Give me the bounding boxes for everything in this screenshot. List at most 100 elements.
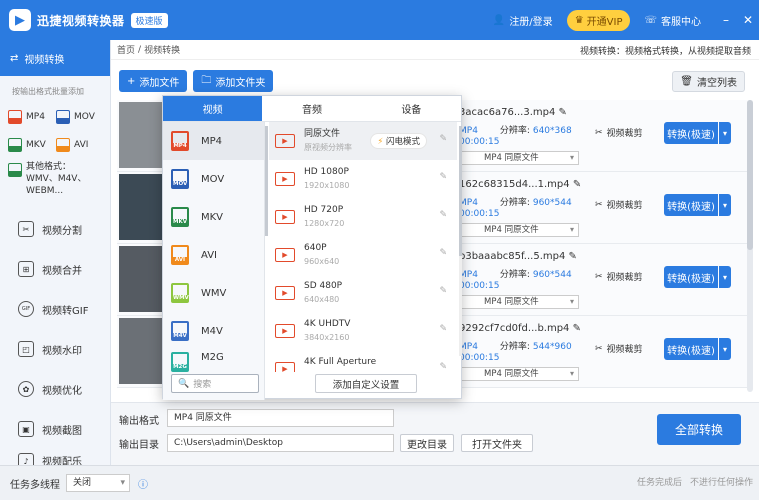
add-folder-button[interactable]: 🗀 添加文件夹 — [193, 70, 274, 92]
format-item-m4v[interactable]: M4V M4V — [163, 312, 264, 350]
edit-icon[interactable]: ✎ — [439, 210, 447, 220]
after-task-select[interactable]: 不进行任何操作 — [690, 475, 753, 488]
file-name: 3acac6a76...3.mp4 ✎ — [459, 107, 567, 118]
multitask-select[interactable]: 关闭 — [66, 474, 130, 492]
scrollbar-thumb[interactable] — [747, 100, 753, 250]
mp4-file-icon — [8, 110, 22, 124]
sidebar-item-screenshot[interactable]: ▣ 视频截图 — [0, 409, 110, 449]
sidebar-item-merge[interactable]: ⊞ 视频合并 — [0, 249, 110, 289]
preset-item[interactable]: ▶ HD 720P 1280x720 ✎ — [269, 198, 457, 236]
format-item-mkv[interactable]: MKV MKV — [163, 198, 264, 236]
shortcut-mov[interactable]: MOV — [56, 103, 104, 131]
output-format-select[interactable]: MP4 同原文件 — [167, 409, 394, 427]
shortcut-avi[interactable]: AVI — [56, 131, 104, 159]
format-label: AVI — [201, 249, 217, 261]
tab-video[interactable]: 视频 — [163, 96, 263, 121]
sidebar-item-optimize[interactable]: ✿ 视频优化 — [0, 369, 110, 409]
preset-item[interactable]: ▶ 4K Full Aperture 4096x3112 ✎ — [269, 350, 457, 372]
info-icon[interactable]: ⓘ — [138, 476, 148, 491]
file-list-scrollbar[interactable] — [747, 100, 753, 392]
edition-badge: 极速版 — [130, 12, 168, 28]
minimize-button[interactable]: – — [715, 13, 737, 27]
convert-button[interactable]: 转换(极速) — [664, 338, 718, 360]
shortcut-other-formats[interactable]: 其他格式：WMV、M4V、WEBM... — [0, 159, 110, 199]
video-thumbnail — [119, 102, 165, 168]
format-item-mov[interactable]: MOV MOV — [163, 160, 264, 198]
edit-icon[interactable]: ✎ — [439, 324, 447, 334]
resolution-label: 分辨率: — [499, 270, 530, 280]
convert-button[interactable]: 转换(极速) — [664, 194, 718, 216]
sidebar-item-gif[interactable]: GIF 视频转GIF — [0, 289, 110, 329]
scissors-icon: ✂ — [595, 127, 603, 138]
open-folder-button[interactable]: 打开文件夹 — [461, 434, 533, 452]
format-item-mp4[interactable]: MP4 MP4 — [163, 122, 264, 160]
format-item-avi[interactable]: AVI AVI — [163, 236, 264, 274]
preset-item[interactable]: ▶ 4K UHDTV 3840x2160 ✎ — [269, 312, 457, 350]
service-link[interactable]: ☏ 客服中心 — [644, 13, 701, 28]
output-format-select[interactable]: MP4 同原文件 — [459, 223, 579, 237]
sidebar-item-video-convert[interactable]: ⇄ 视频转换 — [0, 40, 110, 76]
preset-item[interactable]: ▶ 同原文件 原视频分辨率 ⚡ 闪电模式 ✎ — [269, 122, 457, 160]
preset-item[interactable]: ▶ SD 480P 640x480 ✎ — [269, 274, 457, 312]
preset-item[interactable]: ▶ 640P 960x640 ✎ — [269, 236, 457, 274]
shortcut-mp4[interactable]: MP4 — [8, 103, 56, 131]
preset-item[interactable]: ▶ HD 1080P 1920x1080 ✎ — [269, 160, 457, 198]
convert-dropdown-icon[interactable]: ▾ — [719, 122, 731, 144]
convert-dropdown-icon[interactable]: ▾ — [719, 194, 731, 216]
output-settings: 输出格式 MP4 同原文件 输出目录 C:\Users\admin\Deskto… — [111, 402, 759, 465]
change-dir-button[interactable]: 更改目录 — [400, 434, 454, 452]
breadcrumb-current: 视频转换 — [144, 46, 181, 56]
mp4-file-icon: MP4 — [171, 131, 189, 151]
preset-title: 4K UHDTV — [304, 319, 351, 329]
vip-button[interactable]: ♛ 开通VIP — [566, 9, 631, 31]
add-custom-button[interactable]: 添加自定义设置 — [315, 374, 417, 393]
rename-icon[interactable]: ✎ — [569, 251, 577, 262]
edit-icon[interactable]: ✎ — [439, 248, 447, 258]
preset-scrollbar-thumb[interactable] — [459, 126, 462, 256]
output-dir-field[interactable]: C:\Users\admin\Desktop — [167, 434, 394, 452]
format-label: MKV — [201, 211, 224, 223]
edit-icon[interactable]: ✎ — [439, 362, 447, 372]
shortcut-mkv[interactable]: MKV — [8, 131, 56, 159]
cut-button[interactable]: ✂ 视频裁剪 — [595, 342, 643, 356]
service-label: 客服中心 — [661, 16, 701, 28]
folder-icon: 🗀 — [201, 74, 212, 86]
file-meta: MP4 分辨率: 544*960 — [459, 339, 572, 352]
sidebar-item-watermark[interactable]: ◰ 视频水印 — [0, 329, 110, 369]
format-list: MP4 MP4 MOV MOV MKV MKV AVI AVI WMV WMV M4V M4… — [163, 122, 265, 400]
format-search-input[interactable]: 🔍 搜索 — [171, 374, 259, 393]
tab-audio[interactable]: 音频 — [262, 96, 361, 121]
rename-icon[interactable]: ✎ — [559, 107, 567, 118]
format-item-m2g[interactable]: M2G M2G — [163, 350, 264, 374]
preset-sub: 4096x3112 — [304, 369, 376, 372]
edit-icon[interactable]: ✎ — [439, 286, 447, 296]
clear-list-button[interactable]: 🗑 清空列表 — [672, 71, 745, 92]
breadcrumb-home[interactable]: 首页 — [117, 43, 135, 56]
output-format-select[interactable]: MP4 同原文件 — [459, 295, 579, 309]
add-file-button[interactable]: + 添加文件 — [119, 70, 188, 92]
convert-dropdown-icon[interactable]: ▾ — [719, 266, 731, 288]
edit-icon[interactable]: ✎ — [439, 134, 447, 144]
edit-icon[interactable]: ✎ — [439, 172, 447, 182]
toolbar: + 添加文件 🗀 添加文件夹 — [119, 70, 274, 92]
close-button[interactable]: ✕ — [737, 13, 759, 27]
tab-device[interactable]: 设备 — [362, 96, 461, 121]
rename-icon[interactable]: ✎ — [573, 323, 581, 334]
resolution-value: 960*544 — [532, 198, 572, 208]
convert-button[interactable]: 转换(极速) — [664, 122, 718, 144]
convert-button[interactable]: 转换(极速) — [664, 266, 718, 288]
cut-button[interactable]: ✂ 视频裁剪 — [595, 126, 643, 140]
convert-all-button[interactable]: 全部转换 — [657, 414, 741, 445]
convert-dropdown-icon[interactable]: ▾ — [719, 338, 731, 360]
rename-icon[interactable]: ✎ — [573, 179, 581, 190]
preset-scrollbar[interactable] — [459, 126, 462, 356]
sidebar-item-split[interactable]: ✂ 视频分割 — [0, 209, 110, 249]
cut-button[interactable]: ✂ 视频裁剪 — [595, 198, 643, 212]
output-format-select[interactable]: MP4 同原文件 — [459, 367, 579, 381]
format-item-wmv[interactable]: WMV WMV — [163, 274, 264, 312]
output-format-select[interactable]: MP4 同原文件 — [459, 151, 579, 165]
login-link[interactable]: 👤 注册/登录 — [493, 13, 553, 28]
format-list-scrollbar[interactable] — [265, 126, 268, 236]
duration-value: 00:00:15 — [459, 209, 500, 219]
cut-button[interactable]: ✂ 视频裁剪 — [595, 270, 643, 284]
